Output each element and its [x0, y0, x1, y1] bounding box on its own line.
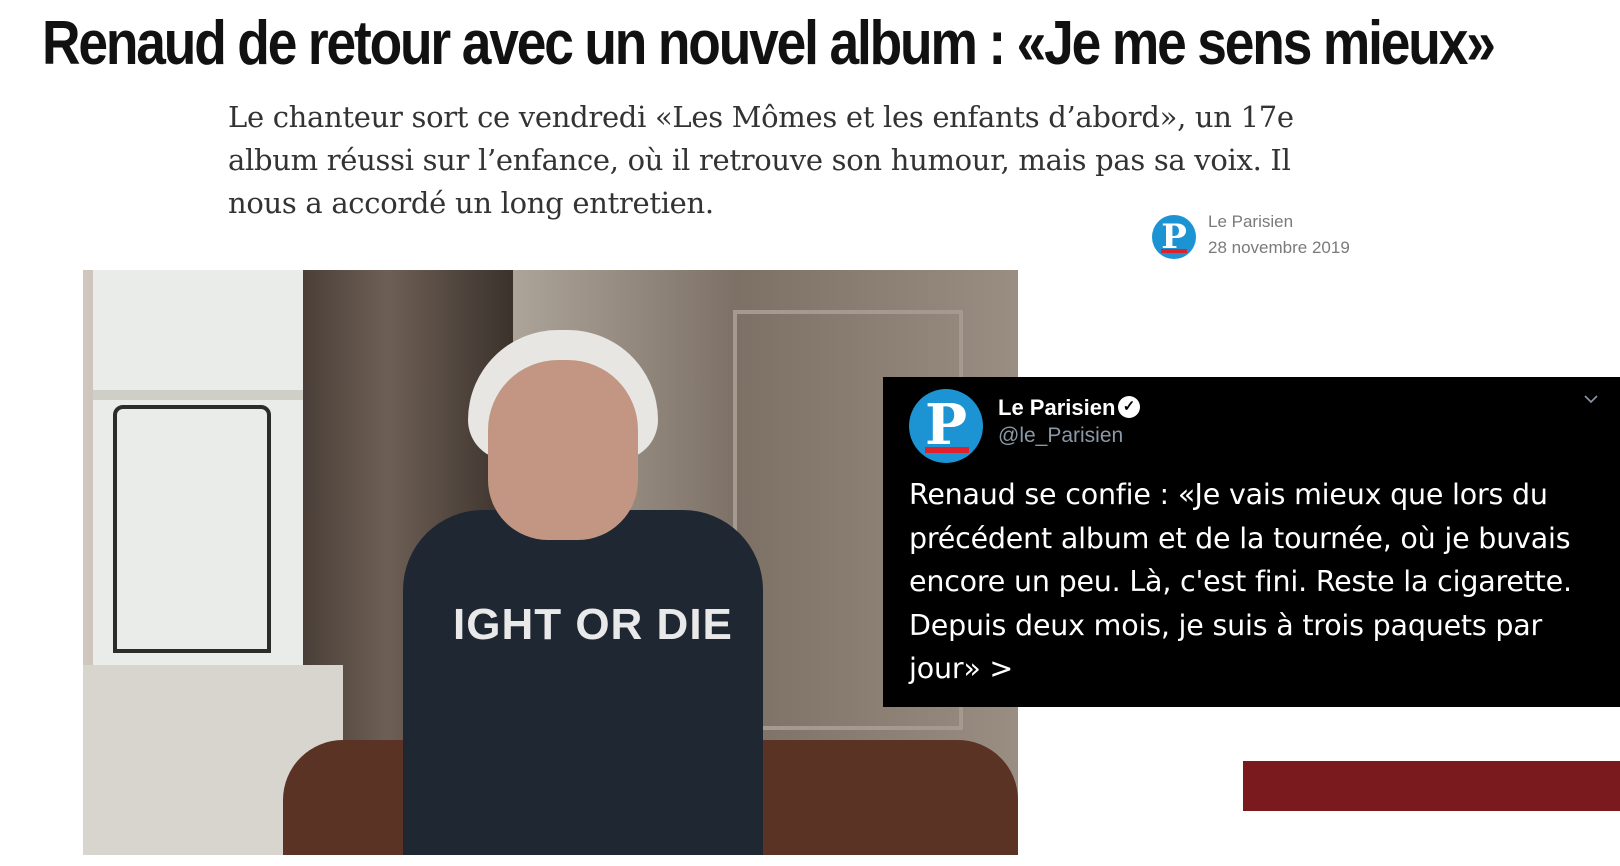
tweet-avatar-icon[interactable]: P — [909, 389, 983, 463]
tweet-text: Renaud se confie : «Je vais mieux que lo… — [909, 478, 1572, 685]
photo-window — [93, 270, 314, 665]
article-photo: IGHT OR DIE — [83, 270, 1018, 855]
verified-badge-icon: ✓ — [1118, 396, 1140, 418]
tweet-author-handle[interactable]: @le_Parisien — [998, 424, 1123, 448]
person-head — [488, 360, 638, 540]
red-banner — [1243, 761, 1620, 811]
person-body — [403, 510, 763, 855]
article-standfirst: Le chanteur sort ce vendredi «Les Mômes … — [228, 100, 1294, 220]
publish-date: 28 novembre 2019 — [1208, 238, 1350, 257]
source-name[interactable]: Le Parisien — [1208, 212, 1293, 232]
window-bar — [93, 390, 308, 400]
article-headline: Renaud de retour avec un nouvel album : … — [42, 9, 1496, 78]
tshirt-print: IGHT OR DIE — [453, 600, 733, 649]
le-parisien-logo-icon[interactable]: P — [1152, 215, 1196, 259]
avatar-stripe — [925, 447, 969, 453]
logo-stripe — [1161, 249, 1187, 253]
chevron-down-icon[interactable] — [1583, 391, 1599, 407]
tweet-author-name[interactable]: Le Parisien — [998, 395, 1115, 421]
window-grill — [113, 405, 271, 653]
embedded-tweet[interactable]: P Le Parisien ✓ @le_Parisien Renaud se c… — [883, 377, 1620, 707]
